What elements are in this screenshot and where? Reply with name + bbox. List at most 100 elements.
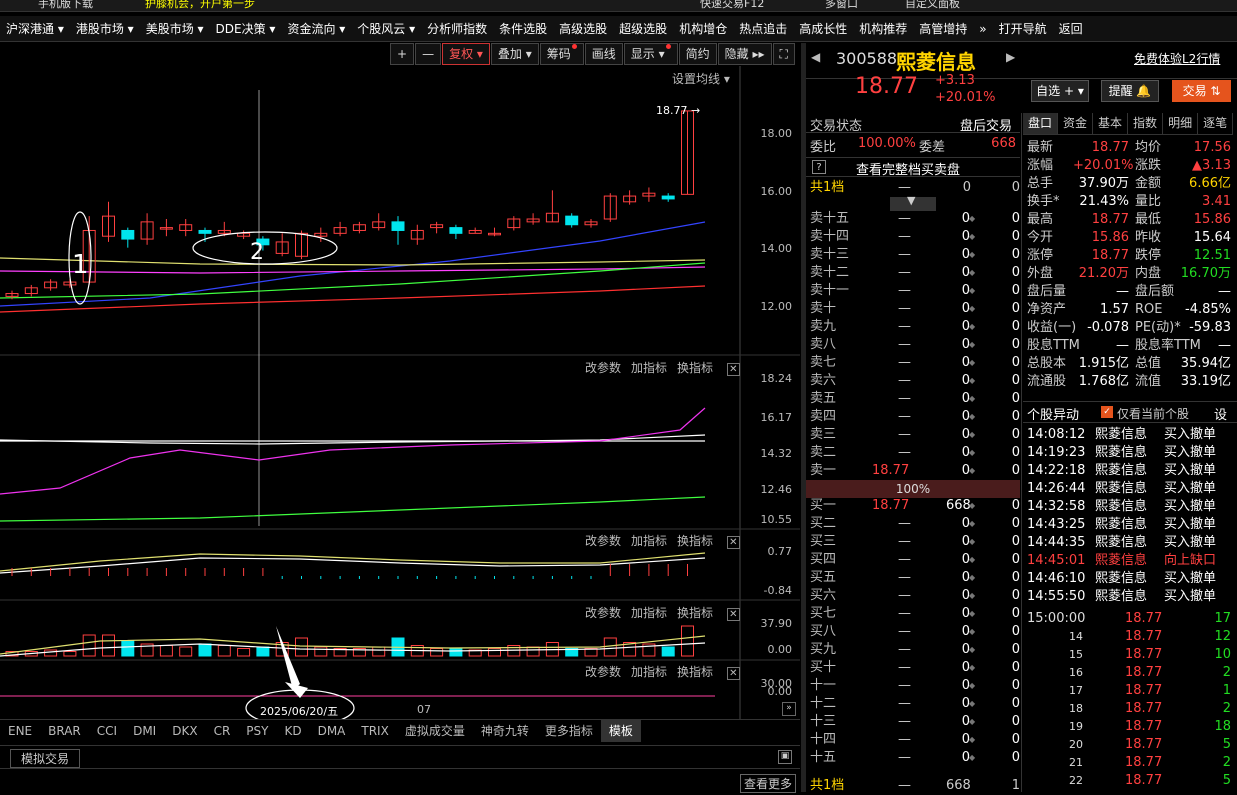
indicator-tab[interactable]: CCI xyxy=(89,720,125,742)
buy-row[interactable]: 买九 —0 ◆ 0 xyxy=(806,641,1020,659)
menu-item[interactable]: 打开导航 xyxy=(993,16,1053,41)
add-watchlist-button[interactable]: 自选 + ▾ xyxy=(1031,80,1089,102)
movers-settings-button[interactable]: 设 xyxy=(1214,404,1227,423)
buy-row[interactable]: 十四 —0 ◆ 0 xyxy=(806,731,1020,749)
mover-row[interactable]: 14:43:25 熙菱信息 买入撤单 xyxy=(1025,516,1237,534)
view-more-button[interactable]: 查看更多 xyxy=(740,774,797,793)
info-tab[interactable]: 逐笔 xyxy=(1198,113,1234,134)
add-indicator-button[interactable]: 加指标 xyxy=(631,665,667,679)
fast-trade-button[interactable]: 快速交易F12 xyxy=(700,0,764,11)
buy-row[interactable]: 十五 —0 ◆ 0 xyxy=(806,749,1020,767)
mover-row[interactable]: 14:45:01 熙菱信息 向上缺口 xyxy=(1025,552,1237,570)
sell-row[interactable]: 卖六 —0 ◆ 0 xyxy=(806,372,1020,390)
buy-row[interactable]: 十一 —0 ◆ 0 xyxy=(806,677,1020,695)
edit-params-button[interactable]: 改参数 xyxy=(585,361,621,375)
mover-row[interactable]: 14:26:44 熙菱信息 买入撤单 xyxy=(1025,480,1237,498)
next-stock-icon[interactable]: ▶ xyxy=(1006,50,1015,64)
simple-button[interactable]: 简约 xyxy=(678,43,717,65)
sell-row[interactable]: 卖十 —0 ◆ 0 xyxy=(806,300,1020,318)
mover-row[interactable]: 14:44:35 熙菱信息 买入撤单 xyxy=(1025,534,1237,552)
menu-item[interactable]: 沪深港通 ▾ xyxy=(0,16,70,41)
indicator-tab[interactable]: TRIX xyxy=(353,720,396,742)
prev-stock-icon[interactable]: ◀ xyxy=(811,50,820,64)
indicator-tab[interactable]: DKX xyxy=(164,720,205,742)
buy-row[interactable]: 买十 —0 ◆ 0 xyxy=(806,659,1020,677)
minimize-icon[interactable]: ▣ xyxy=(778,750,792,764)
kline-chart[interactable] xyxy=(0,66,800,719)
checkbox-icon[interactable]: ✓ xyxy=(1101,406,1113,418)
menu-item[interactable]: 超级选股 xyxy=(613,16,673,41)
info-tab[interactable]: 明细 xyxy=(1163,113,1199,134)
info-tab[interactable]: 资金 xyxy=(1058,113,1094,134)
sell-row[interactable]: 卖十三 —0 ◆ 0 xyxy=(806,246,1020,264)
sell-row[interactable]: 卖八 —0 ◆ 0 xyxy=(806,336,1020,354)
indicator-tab[interactable]: PSY xyxy=(238,720,276,742)
switch-indicator-button[interactable]: 换指标 xyxy=(677,361,713,375)
indicator-tab[interactable]: 神奇九转 xyxy=(473,720,537,742)
l2-trial-link[interactable]: 免费体验L2行情 xyxy=(1134,50,1220,67)
indicator-tab[interactable]: DMI xyxy=(125,720,164,742)
menu-item[interactable]: 返回 xyxy=(1053,16,1089,41)
help-icon[interactable]: ? xyxy=(812,160,826,174)
menu-item[interactable]: 机构增仓 xyxy=(673,16,733,41)
switch-indicator-button[interactable]: 换指标 xyxy=(677,606,713,620)
menu-item[interactable]: 条件选股 xyxy=(493,16,553,41)
indicator-tab[interactable]: BRAR xyxy=(40,720,89,742)
menu-item[interactable]: » xyxy=(973,16,992,41)
buy-row[interactable]: 十三 —0 ◆ 0 xyxy=(806,713,1020,731)
sell-row[interactable]: 卖十四 —0 ◆ 0 xyxy=(806,228,1020,246)
add-indicator-button[interactable]: 加指标 xyxy=(631,534,667,548)
sell-row[interactable]: 卖十五 —0 ◆ 0 xyxy=(806,210,1020,228)
indicator-tab[interactable]: 更多指标 xyxy=(537,720,601,742)
mover-row[interactable]: 14:08:12 熙菱信息 买入撤单 xyxy=(1025,426,1237,444)
sim-trade-tab[interactable]: 模拟交易 xyxy=(10,749,81,768)
menu-item[interactable]: DDE决策 ▾ xyxy=(210,16,282,41)
trade-button[interactable]: 交易 ⇅ xyxy=(1172,80,1231,102)
menu-item[interactable]: 高管增持 xyxy=(913,16,973,41)
info-tab[interactable]: 指数 xyxy=(1128,113,1164,134)
menu-item[interactable]: 高级选股 xyxy=(553,16,613,41)
mover-row[interactable]: 14:46:10 熙菱信息 买入撤单 xyxy=(1025,570,1237,588)
buy-row[interactable]: 买六 —0 ◆ 0 xyxy=(806,587,1020,605)
chips-button[interactable]: 筹码 xyxy=(539,43,584,65)
sell-row[interactable]: 卖十一 —0 ◆ 0 xyxy=(806,282,1020,300)
sell-row[interactable]: 卖五 —0 ◆ 0 xyxy=(806,390,1020,408)
buy-row[interactable]: 买五 —0 ◆ 0 xyxy=(806,569,1020,587)
buy-row[interactable]: 买八 —0 ◆ 0 xyxy=(806,623,1020,641)
sell-row[interactable]: 卖十二 —0 ◆ 0 xyxy=(806,264,1020,282)
buy-row[interactable]: 十二 —0 ◆ 0 xyxy=(806,695,1020,713)
promo-link[interactable]: 护膝机会，开户第一步 xyxy=(145,0,255,11)
add-indicator-button[interactable]: 加指标 xyxy=(631,606,667,620)
full-book-link[interactable]: ? 查看完整档买卖盘 xyxy=(806,157,1020,178)
edit-params-button[interactable]: 改参数 xyxy=(585,665,621,679)
indicator-tab[interactable]: 虚拟成交量 xyxy=(397,720,473,742)
buy-row[interactable]: 买四 —0 ◆ 0 xyxy=(806,551,1020,569)
ma-settings-button[interactable]: 设置均线 ▾ xyxy=(672,70,730,87)
mover-row[interactable]: 14:22:18 熙菱信息 买入撤单 xyxy=(1025,462,1237,480)
sell-row[interactable]: 卖二 —0 ◆ 0 xyxy=(806,444,1020,462)
fullscreen-icon[interactable]: ⛶ xyxy=(772,43,795,65)
sell-row[interactable]: 卖三 —0 ◆ 0 xyxy=(806,426,1020,444)
multi-window-button[interactable]: 多窗口 xyxy=(825,0,858,11)
mover-row[interactable]: 14:55:50 熙菱信息 买入撤单 xyxy=(1025,588,1237,606)
sell-row[interactable]: 卖七 —0 ◆ 0 xyxy=(806,354,1020,372)
sell-row[interactable]: 卖一 18.77 0 ◆ 0 xyxy=(806,462,1020,480)
alert-button[interactable]: 提醒 🔔 xyxy=(1101,80,1159,102)
custom-panel-button[interactable]: 自定义面板 xyxy=(905,0,960,11)
sell-row[interactable]: 卖四 —0 ◆ 0 xyxy=(806,408,1020,426)
overlay-dropdown[interactable]: 叠加 ▾ xyxy=(490,43,539,65)
add-indicator-button[interactable]: 加指标 xyxy=(631,361,667,375)
menu-item[interactable]: 港股市场 ▾ xyxy=(70,16,140,41)
menu-item[interactable]: 资金流向 ▾ xyxy=(281,16,351,41)
adjust-dropdown[interactable]: 复权 ▾ xyxy=(442,43,490,65)
indicator-tab[interactable]: 模板 xyxy=(600,720,641,742)
collapse-handle[interactable]: ▼ xyxy=(890,194,936,211)
sell-row[interactable]: 卖九 —0 ◆ 0 xyxy=(806,318,1020,336)
indicator-tab[interactable]: DMA xyxy=(310,720,354,742)
switch-indicator-button[interactable]: 换指标 xyxy=(677,665,713,679)
edit-params-button[interactable]: 改参数 xyxy=(585,534,621,548)
switch-indicator-button[interactable]: 换指标 xyxy=(677,534,713,548)
buy-row[interactable]: 买七 —0 ◆ 0 xyxy=(806,605,1020,623)
buy-row[interactable]: 买二 —0 ◆ 0 xyxy=(806,515,1020,533)
menu-item[interactable]: 个股风云 ▾ xyxy=(351,16,421,41)
